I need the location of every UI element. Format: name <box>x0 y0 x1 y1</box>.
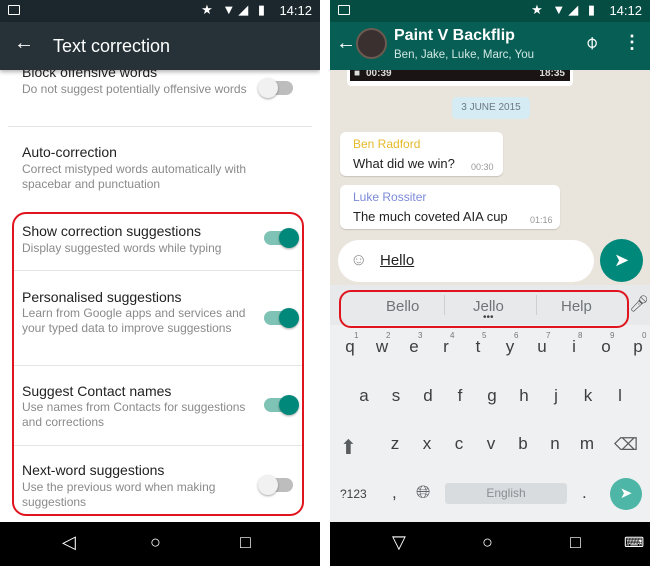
key-c[interactable]: c <box>447 434 471 454</box>
more-options-icon[interactable]: ⋮ <box>623 32 641 53</box>
space-key[interactable]: English <box>445 483 567 504</box>
key-g[interactable]: g <box>480 386 504 406</box>
nav-bar: ▽ ○ □ ⌨ <box>330 522 650 566</box>
key-n[interactable]: n <box>543 434 567 454</box>
key-number-hint: 6 <box>514 331 519 340</box>
divider <box>8 126 312 127</box>
period-key[interactable]: . <box>582 483 587 503</box>
chat-members: Ben, Jake, Luke, Marc, You <box>394 49 535 61</box>
key-number-hint: 1 <box>354 331 359 340</box>
home-nav-icon[interactable]: ○ <box>150 532 161 553</box>
key-number-hint: 3 <box>418 331 423 340</box>
message-bubble[interactable]: Ben Radford What did we win? 00:30 <box>340 132 503 176</box>
emoji-icon[interactable]: ☺ <box>350 250 367 270</box>
date-divider: 3 JUNE 2015 <box>452 97 530 119</box>
key-d[interactable]: d <box>416 386 440 406</box>
setting-subtitle: Correct mistyped words automatically wit… <box>22 162 247 191</box>
key-b[interactable]: b <box>511 434 535 454</box>
key-v[interactable]: v <box>479 434 503 454</box>
setting-subtitle: Do not suggest potentially offensive wor… <box>22 82 247 96</box>
comma-key[interactable]: , <box>392 483 397 503</box>
message-bubble[interactable]: Luke Rossiter The much coveted AIA cup 0… <box>340 185 560 229</box>
back-nav-icon[interactable]: ▽ <box>392 532 406 553</box>
notification-image-icon <box>8 5 20 15</box>
status-bar: ★ ▼◢ ▮ 14:12 <box>330 0 650 22</box>
key-p[interactable]: p <box>626 337 650 357</box>
back-nav-icon[interactable]: ◁ <box>62 532 76 553</box>
page-title: Text correction <box>53 36 171 56</box>
status-time: 14:12 <box>609 3 642 18</box>
keyboard: Bello Jello ••• Help 🎤︎ q1w2e3r4t5y6u7i8… <box>330 285 650 522</box>
chat-title[interactable]: Paint V Backflip <box>394 27 515 45</box>
key-j[interactable]: j <box>544 386 568 406</box>
key-u[interactable]: u <box>530 337 554 357</box>
toggle-switch[interactable] <box>258 78 293 98</box>
message-time: 01:16 <box>530 215 553 225</box>
recents-nav-icon[interactable]: □ <box>570 532 581 553</box>
highlight-box <box>12 212 304 516</box>
send-button[interactable]: ➤ <box>600 239 643 282</box>
key-o[interactable]: o <box>594 337 618 357</box>
message-sender: Luke Rossiter <box>353 190 427 204</box>
key-a[interactable]: a <box>352 386 376 406</box>
key-x[interactable]: x <box>415 434 439 454</box>
key-y[interactable]: y <box>498 337 522 357</box>
key-number-hint: 4 <box>450 331 455 340</box>
key-k[interactable]: k <box>576 386 600 406</box>
nav-bar: ◁ ○ □ <box>0 522 320 566</box>
key-number-hint: 8 <box>578 331 583 340</box>
setting-title: Auto-correction <box>22 144 117 160</box>
keyboard-send-button[interactable]: ➤ <box>610 478 642 510</box>
chat-screen: ★ ▼◢ ▮ 14:12 ← Paint V Backflip Ben, Jak… <box>330 0 650 566</box>
key-f[interactable]: f <box>448 386 472 406</box>
key-number-hint: 2 <box>386 331 391 340</box>
backspace-icon[interactable]: ⌫ <box>614 435 638 455</box>
key-e[interactable]: e <box>402 337 426 357</box>
paperclip-icon[interactable]: ⌀ <box>580 31 603 54</box>
message-text: What did we win? <box>353 156 455 171</box>
key-i[interactable]: i <box>562 337 586 357</box>
key-number-hint: 0 <box>642 331 647 340</box>
key-number-hint: 9 <box>610 331 615 340</box>
status-icons: ★ ▼◢ ▮ <box>201 2 268 17</box>
key-t[interactable]: t <box>466 337 490 357</box>
symbols-key[interactable]: ?123 <box>340 487 367 501</box>
back-arrow-icon[interactable]: ← <box>14 32 34 55</box>
status-bar: ★ ▼◢ ▮ 14:12 <box>0 0 320 22</box>
group-avatar[interactable] <box>356 28 387 59</box>
chat-header: ← Paint V Backflip Ben, Jake, Luke, Marc… <box>330 22 650 70</box>
key-number-hint: 7 <box>546 331 551 340</box>
status-time: 14:12 <box>279 3 312 18</box>
key-r[interactable]: r <box>434 337 458 357</box>
message-text: The much coveted AIA cup <box>353 209 508 224</box>
home-nav-icon[interactable]: ○ <box>482 532 493 553</box>
message-sender: Ben Radford <box>353 137 421 151</box>
notification-image-icon <box>338 5 350 15</box>
key-s[interactable]: s <box>384 386 408 406</box>
toolbar: ← Text correction <box>0 22 320 70</box>
recents-nav-icon[interactable]: □ <box>240 532 251 553</box>
key-q[interactable]: q <box>338 337 362 357</box>
status-icons: ★ ▼◢ ▮ <box>531 2 598 17</box>
highlight-box <box>339 290 629 328</box>
settings-screen: ★ ▼◢ ▮ 14:12 ← Text correction Block off… <box>0 0 320 566</box>
microphone-icon[interactable]: 🎤︎ <box>629 294 649 314</box>
message-input[interactable]: ☺ Hello <box>338 240 594 282</box>
message-time: 00:30 <box>471 162 494 172</box>
key-l[interactable]: l <box>608 386 632 406</box>
keyboard-switch-icon[interactable]: ⌨ <box>624 534 644 551</box>
shift-icon[interactable]: ⬆ <box>340 435 357 460</box>
globe-icon[interactable]: 🌐︎ <box>416 482 430 503</box>
key-m[interactable]: m <box>575 434 599 454</box>
input-text[interactable]: Hello <box>380 252 414 269</box>
key-number-hint: 5 <box>482 331 487 340</box>
back-arrow-icon[interactable]: ← <box>336 32 356 55</box>
key-z[interactable]: z <box>383 434 407 454</box>
key-w[interactable]: w <box>370 337 394 357</box>
key-h[interactable]: h <box>512 386 536 406</box>
